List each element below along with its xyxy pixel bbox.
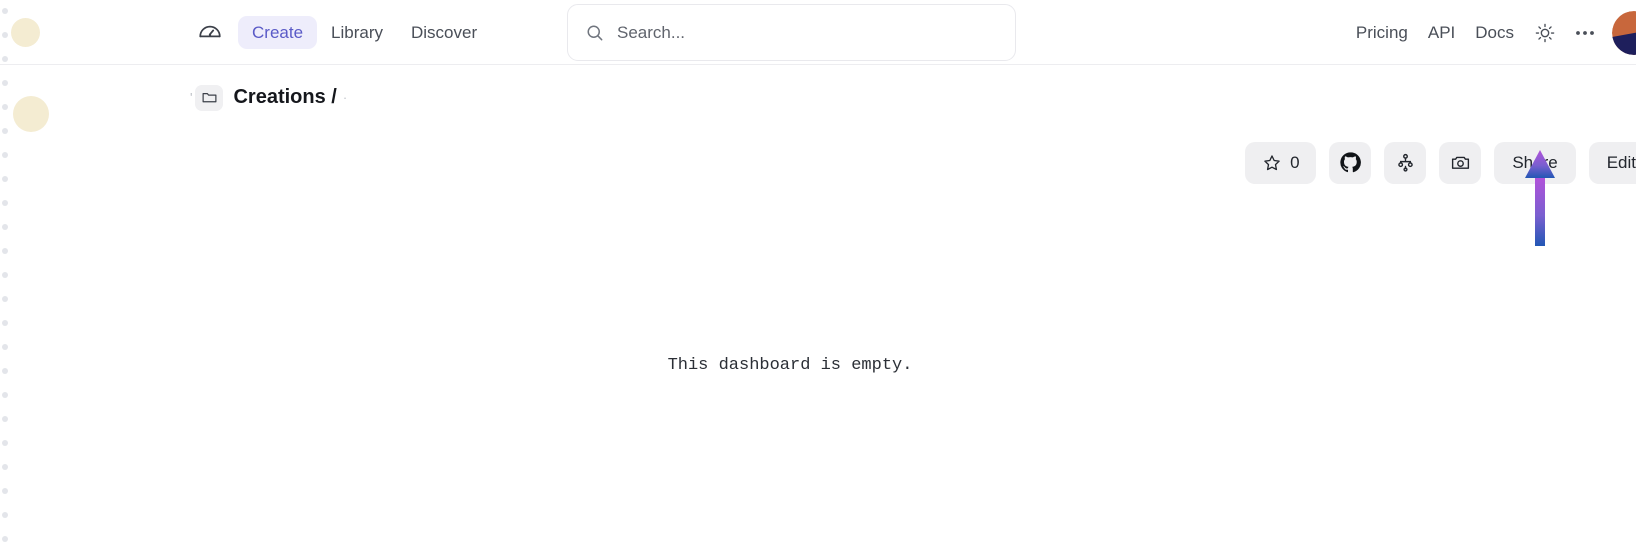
search-icon (585, 23, 605, 43)
fork-button[interactable] (1384, 141, 1427, 184)
rail-dot (2, 224, 8, 230)
screenshot-button[interactable] (1439, 141, 1482, 184)
rail-dot (2, 344, 8, 350)
rail-dot (2, 416, 8, 422)
rail-dot (2, 440, 8, 446)
github-button[interactable] (1329, 141, 1372, 184)
star-button[interactable]: 0 (1245, 141, 1317, 184)
rail-dot (2, 248, 8, 254)
pointer-arrow (1522, 148, 1558, 246)
nav-link-library[interactable]: Library (317, 16, 397, 49)
star-icon (1262, 153, 1282, 173)
nav-link-create[interactable]: Create (238, 15, 318, 49)
nav-right-group: Pricing API Docs (1346, 0, 1636, 65)
breadcrumb-leading-mark: ' (190, 90, 193, 105)
app-root: Create Library Discover Pricing API Docs (0, 0, 1636, 552)
search-input[interactable] (617, 22, 987, 43)
gauge-icon[interactable] (196, 18, 224, 46)
ellipsis-icon[interactable] (1572, 23, 1598, 43)
sun-icon[interactable] (1534, 22, 1556, 44)
empty-dashboard-message: This dashboard is empty. (667, 356, 913, 375)
star-count: 0 (1290, 152, 1300, 172)
nav-link-docs[interactable]: Docs (1465, 16, 1524, 49)
decorative-blob-bottom (13, 96, 49, 132)
rail-dot (2, 488, 8, 494)
top-navigation-bar: Create Library Discover Pricing API Docs (0, 0, 1636, 65)
rail-dot (2, 200, 8, 206)
dashboard-subheader: ' Creations / · 0 Edit (0, 65, 1636, 184)
dashboard-actions: 0 Edit (1245, 130, 1636, 195)
rail-dot (2, 272, 8, 278)
breadcrumb-current[interactable]: Creations / (233, 86, 336, 109)
breadcrumb: ' Creations / · (190, 84, 348, 111)
rail-dot (2, 512, 8, 518)
nav-left-group: Create Library Discover (196, 15, 491, 49)
user-avatar[interactable] (1612, 10, 1636, 55)
nav-link-api[interactable]: API (1418, 16, 1465, 49)
decorative-blob-top (11, 18, 40, 47)
camera-icon (1450, 152, 1471, 173)
edit-button[interactable]: Edit (1588, 141, 1636, 184)
rail-dot (2, 536, 8, 542)
rail-dot (2, 392, 8, 398)
folder-icon[interactable] (195, 84, 224, 111)
nav-link-pricing[interactable]: Pricing (1346, 16, 1418, 49)
nav-link-discover[interactable]: Discover (397, 16, 491, 49)
git-fork-icon (1395, 152, 1416, 173)
rail-dot (2, 152, 8, 158)
rail-dot (2, 464, 8, 470)
rail-dot (2, 176, 8, 182)
rail-dot (2, 296, 8, 302)
rail-dot (2, 320, 8, 326)
breadcrumb-trailing-mark: · (342, 90, 348, 105)
github-icon (1339, 151, 1362, 174)
search-bar[interactable] (567, 4, 1016, 61)
